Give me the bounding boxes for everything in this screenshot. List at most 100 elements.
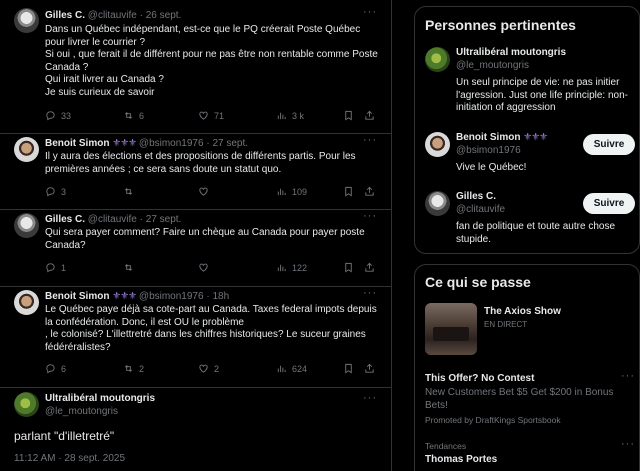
text-line: Canada ? xyxy=(45,61,89,73)
bookmark-icon[interactable] xyxy=(343,262,354,273)
reply-button[interactable]: 1 xyxy=(45,262,66,273)
views-count: 3 k xyxy=(292,110,305,121)
views-button[interactable]: 3 k xyxy=(276,110,304,121)
tweet-actions: 3 109 xyxy=(45,186,375,198)
panel-title: Ce qui se passe xyxy=(425,274,531,290)
tweet-date[interactable]: 27 sept. xyxy=(212,138,248,149)
reply-icon xyxy=(46,263,55,273)
tweet-date[interactable]: 27 sept. xyxy=(146,214,182,225)
text-line: la confédération. Donc, il est OU le pro… xyxy=(45,316,244,328)
bookmark-icon[interactable] xyxy=(343,186,354,197)
follow-button[interactable]: Suivre xyxy=(583,193,635,214)
avatar[interactable] xyxy=(425,132,450,157)
live-event[interactable]: The Axios Show EN DIRECT xyxy=(425,303,637,359)
repost-button[interactable] xyxy=(123,186,139,197)
person-card[interactable]: Ultralibéral moutongris @le_moutongris U… xyxy=(425,47,637,117)
views-count: 122 xyxy=(292,262,308,273)
tweet[interactable]: Gilles C. @clitauvife · 27 sept. ··· Qui… xyxy=(0,210,391,287)
more-icon[interactable]: ··· xyxy=(363,210,377,222)
reply-icon xyxy=(46,187,55,197)
repost-button[interactable] xyxy=(123,262,139,273)
avatar[interactable] xyxy=(425,191,450,216)
avatar[interactable] xyxy=(14,8,39,33)
share-icon[interactable] xyxy=(364,363,375,374)
more-icon[interactable]: ··· xyxy=(363,287,377,299)
tweet-text: Le Québec paye déjà sa cote-part au Cana… xyxy=(45,304,380,354)
trend-item[interactable]: Tendances ··· Thomas Portes xyxy=(425,438,637,471)
views-icon xyxy=(277,365,286,373)
tweet-timestamp[interactable]: 11:12 AM · 28 sept. 2025 xyxy=(14,453,125,464)
author-handle[interactable]: @bsimon1976 xyxy=(139,138,204,149)
like-button[interactable]: 71 xyxy=(198,110,224,121)
repost-icon xyxy=(124,264,133,271)
text-line: Qui sera payer comment? Faire un chèque … xyxy=(45,227,365,238)
bookmark-icon[interactable] xyxy=(343,363,354,374)
like-button[interactable] xyxy=(198,186,214,197)
tweet[interactable]: Benoit Simon ⚜⚜⚜ @bsimon1976 · 18h ··· L… xyxy=(0,287,391,388)
share-icon[interactable] xyxy=(364,110,375,121)
reply-button[interactable]: 3 xyxy=(45,186,66,197)
person-name[interactable]: Ultralibéral moutongris xyxy=(456,47,566,58)
text-line: Il y aura des élections et des propositi… xyxy=(45,151,356,162)
person-card[interactable]: Gilles C. @clitauvife fan de politique e… xyxy=(425,191,637,249)
repost-count: 2 xyxy=(139,363,145,374)
person-bio: fan de politique et toute autre chose st… xyxy=(456,221,616,245)
avatar[interactable] xyxy=(14,213,39,238)
author-name[interactable]: Gilles C. xyxy=(45,214,85,225)
person-handle[interactable]: @clitauvife xyxy=(456,204,505,215)
avatar[interactable] xyxy=(14,137,39,162)
text-line: premières années ; ce sera sans doute un… xyxy=(45,163,282,175)
avatar[interactable] xyxy=(14,392,39,417)
views-button[interactable]: 624 xyxy=(276,363,307,374)
follow-button[interactable]: Suivre xyxy=(583,134,635,155)
author-handle[interactable]: @clitauvife xyxy=(88,10,137,21)
author-name[interactable]: Benoit Simon xyxy=(45,138,109,149)
share-icon[interactable] xyxy=(364,186,375,197)
person-name[interactable]: Gilles C. xyxy=(456,191,496,202)
repost-button[interactable]: 6 xyxy=(123,110,144,121)
views-icon xyxy=(277,188,286,196)
tweet-text: Qui sera payer comment? Faire un chèque … xyxy=(45,227,380,252)
author-handle[interactable]: @clitauvife xyxy=(88,214,137,225)
reply-button[interactable]: 33 xyxy=(45,110,71,121)
person-handle[interactable]: @le_moutongris xyxy=(456,60,529,71)
person-handle[interactable]: @bsimon1976 xyxy=(456,145,521,156)
more-icon[interactable]: ··· xyxy=(363,392,377,404)
heart-icon xyxy=(199,364,208,373)
avatar[interactable] xyxy=(425,47,450,72)
like-button[interactable]: 2 xyxy=(198,363,219,374)
tweet[interactable]: Benoit Simon ⚜⚜⚜ @bsimon1976 · 27 sept. … xyxy=(0,134,391,210)
promoted-trend[interactable]: This Offer? No Contest ··· New Customers… xyxy=(425,370,637,429)
views-button[interactable]: 122 xyxy=(276,262,307,273)
views-count: 624 xyxy=(292,363,308,374)
tweet[interactable]: Gilles C. @clitauvife · 26 sept. ··· Dan… xyxy=(0,0,391,134)
reply-button[interactable]: 6 xyxy=(45,363,66,374)
like-count: 71 xyxy=(214,110,225,121)
more-icon[interactable]: ··· xyxy=(363,134,377,146)
live-thumbnail xyxy=(425,303,477,355)
live-status: EN DIRECT xyxy=(484,320,528,329)
heart-icon xyxy=(199,187,208,196)
more-icon[interactable]: ··· xyxy=(621,438,635,450)
author-name[interactable]: Ultralibéral moutongris xyxy=(45,393,155,404)
views-button[interactable]: 109 xyxy=(276,186,307,197)
share-icon[interactable] xyxy=(364,262,375,273)
tweet-text: Dans un Québec indépendant, est-ce que l… xyxy=(45,24,380,99)
more-icon[interactable]: ··· xyxy=(621,370,635,382)
author-handle[interactable]: @le_moutongris xyxy=(45,406,118,417)
more-icon[interactable]: ··· xyxy=(363,6,377,18)
tweet-date[interactable]: 26 sept. xyxy=(146,10,182,21)
like-button[interactable] xyxy=(198,262,214,273)
promo-text: New Customers Bet $5 Get $200 in Bonus B… xyxy=(425,387,614,411)
tweet-date[interactable]: 18h xyxy=(212,291,229,302)
repost-icon xyxy=(124,365,133,372)
person-name[interactable]: Benoit Simon ⚜⚜⚜ xyxy=(456,132,548,143)
author-name[interactable]: Gilles C. xyxy=(45,10,85,21)
repost-icon xyxy=(124,188,133,195)
avatar[interactable] xyxy=(14,290,39,315)
repost-button[interactable]: 2 xyxy=(123,363,144,374)
author-name[interactable]: Benoit Simon xyxy=(45,291,109,302)
person-card[interactable]: Benoit Simon ⚜⚜⚜ @bsimon1976 Vive le Qué… xyxy=(425,132,637,182)
bookmark-icon[interactable] xyxy=(343,110,354,121)
author-handle[interactable]: @bsimon1976 xyxy=(139,291,204,302)
